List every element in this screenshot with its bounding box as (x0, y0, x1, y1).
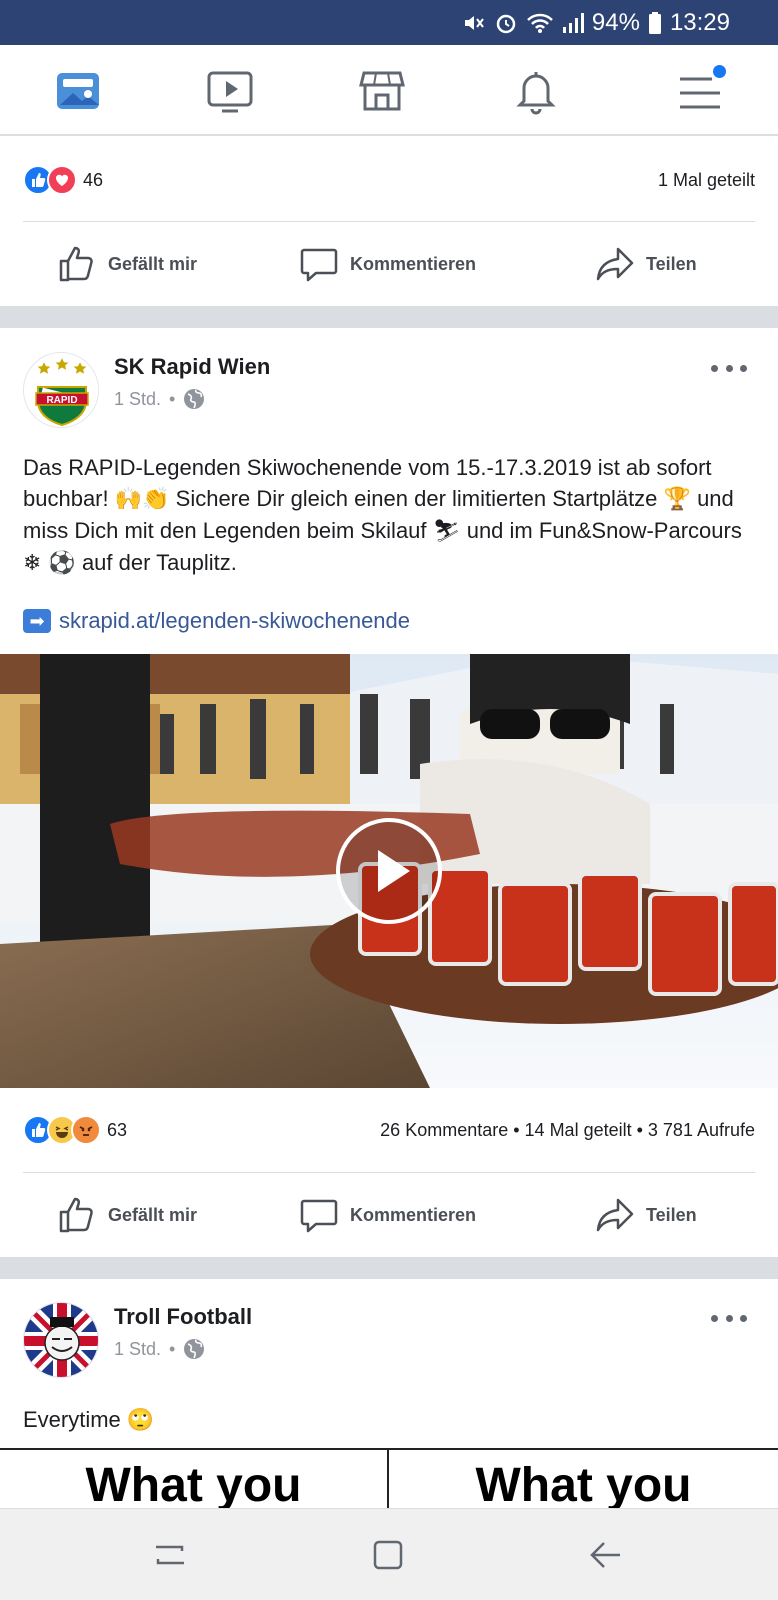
like-icon (59, 1197, 93, 1233)
reaction-summary[interactable]: 46 (23, 165, 103, 195)
globe-icon (184, 389, 205, 409)
like-button[interactable]: Gefällt mir (58, 1175, 197, 1255)
like-label: Gefällt mir (108, 1204, 198, 1225)
post2-action-bar: Gefällt mir Kommentieren Teilen (0, 1175, 778, 1255)
menu-notification-dot (713, 65, 726, 78)
recent-apps-button[interactable] (152, 1537, 188, 1573)
back-icon (590, 1542, 620, 1568)
post2-text-part: Sichere Dir gleich einen der limitierten… (169, 486, 664, 511)
mute-icon (462, 11, 486, 35)
news-feed-icon (57, 73, 99, 109)
rapid-crest-logo: RAPID (24, 353, 98, 427)
watch-tab[interactable] (206, 67, 254, 115)
reaction-summary[interactable]: 63 (23, 1115, 127, 1145)
post2-time[interactable]: 1 Std. (114, 389, 161, 410)
post3-more-button[interactable] (711, 1308, 747, 1328)
raised-hands-clap-emoji: 🙌👏 (114, 487, 170, 512)
post2-stats: 63 26 Kommentare • 14 Mal geteilt • 3 78… (23, 1110, 755, 1150)
notifications-icon (516, 72, 556, 115)
divider (23, 221, 755, 222)
love-reaction-icon (47, 165, 77, 195)
post2-text-part: und im Fun&Snow-Parcours (460, 518, 742, 543)
post3-header: Troll Football 1 Std. • (23, 1302, 755, 1378)
comment-label: Kommentieren (350, 1204, 477, 1225)
post1-action-bar: Gefällt mir Kommentieren Teilen (0, 224, 778, 304)
share-count[interactable]: 1 Mal geteilt (658, 170, 755, 191)
home-icon (373, 1540, 403, 1570)
post3-text: Everytime 🙄 (23, 1404, 755, 1436)
signal-icon (562, 11, 584, 35)
post2-text: Das RAPID-Legenden Skiwochenende vom 15.… (23, 452, 755, 579)
top-navigation (0, 45, 778, 136)
watch-icon (207, 71, 253, 113)
meta-separator: • (169, 1338, 176, 1359)
comment-icon (300, 248, 338, 282)
rapid-logo-avatar[interactable]: RAPID (23, 352, 99, 428)
skier-emoji: ⛷ (432, 519, 461, 544)
like-label: Gefällt mir (108, 253, 198, 274)
post2-link[interactable]: skrapid.at/legenden-skiwochenende (59, 608, 410, 634)
back-button[interactable] (588, 1537, 624, 1573)
angry-reaction-icon (71, 1115, 101, 1145)
marketplace-tab[interactable] (358, 67, 406, 115)
recent-apps-icon (156, 1545, 184, 1565)
post3-text-content: Everytime (23, 1407, 121, 1432)
share-icon (596, 247, 634, 281)
troll-football-avatar[interactable] (23, 1302, 99, 1378)
comment-button[interactable]: Kommentieren (300, 1175, 476, 1255)
clock: 13:29 (669, 8, 730, 36)
share-label: Teilen (646, 253, 697, 274)
eye-roll-emoji: 🙄 (126, 1408, 155, 1433)
post2-text-part: auf der Tauplitz. (75, 550, 237, 575)
home-button[interactable] (370, 1537, 406, 1573)
post3-meta: 1 Std. • (114, 1338, 205, 1360)
share-icon (596, 1198, 634, 1232)
post3-meme-image[interactable]: What you What you (0, 1448, 778, 1512)
comment-icon (300, 1199, 338, 1233)
news-feed-tab[interactable] (54, 67, 102, 115)
menu-tab[interactable] (676, 65, 726, 115)
post3-time[interactable]: 1 Std. (114, 1339, 161, 1360)
meme-right-caption: What you (475, 1459, 692, 1512)
share-button[interactable]: Teilen (596, 224, 697, 304)
wifi-icon (526, 11, 554, 35)
play-icon (378, 850, 410, 892)
post2-meta: 1 Std. • (114, 388, 205, 410)
share-button[interactable]: Teilen (596, 1175, 697, 1255)
share-label: Teilen (646, 1204, 697, 1225)
system-navigation-bar (0, 1508, 778, 1600)
status-bar: 94% 13:29 (0, 0, 778, 45)
post2-header: RAPID SK Rapid Wien 1 Std. • (23, 352, 755, 428)
trophy-emoji: 🏆 (663, 487, 691, 512)
meme-left-caption: What you (0, 1450, 389, 1512)
reaction-count: 46 (83, 169, 104, 190)
arrow-right-icon: ➡ (23, 609, 51, 633)
comment-label: Kommentieren (350, 253, 477, 274)
post3-page-name[interactable]: Troll Football (114, 1304, 252, 1330)
reaction-count: 63 (107, 1119, 128, 1140)
alarm-icon (494, 11, 518, 35)
post2-link-line: ➡ skrapid.at/legenden-skiwochenende (23, 608, 755, 634)
post1-stats: 46 1 Mal geteilt (23, 160, 755, 200)
like-button[interactable]: Gefällt mir (58, 224, 197, 304)
notifications-tab[interactable] (512, 67, 560, 115)
post2-page-name[interactable]: SK Rapid Wien (114, 354, 270, 380)
snowflake-soccer-emoji: ❄ ⚽ (23, 551, 76, 576)
battery-percent: 94% (591, 8, 640, 36)
feed-separator (0, 306, 778, 328)
globe-icon (184, 1339, 205, 1359)
svg-text:RAPID: RAPID (46, 395, 77, 406)
comment-button[interactable]: Kommentieren (300, 224, 476, 304)
like-icon (59, 246, 93, 282)
post2-engagement-stats[interactable]: 26 Kommentare • 14 Mal geteilt • 3 781 A… (380, 1120, 755, 1141)
divider (23, 1172, 755, 1173)
troll-face-union-jack-logo (24, 1303, 98, 1377)
meta-separator: • (169, 388, 176, 409)
marketplace-icon (359, 71, 405, 111)
feed-separator (0, 1257, 778, 1279)
video-play-button[interactable] (336, 818, 442, 924)
facebook-app: 94% 13:29 46 1 Mal geteilt Gefällt mir K… (0, 0, 778, 1600)
battery-icon (648, 11, 662, 35)
post2-more-button[interactable] (711, 358, 747, 378)
